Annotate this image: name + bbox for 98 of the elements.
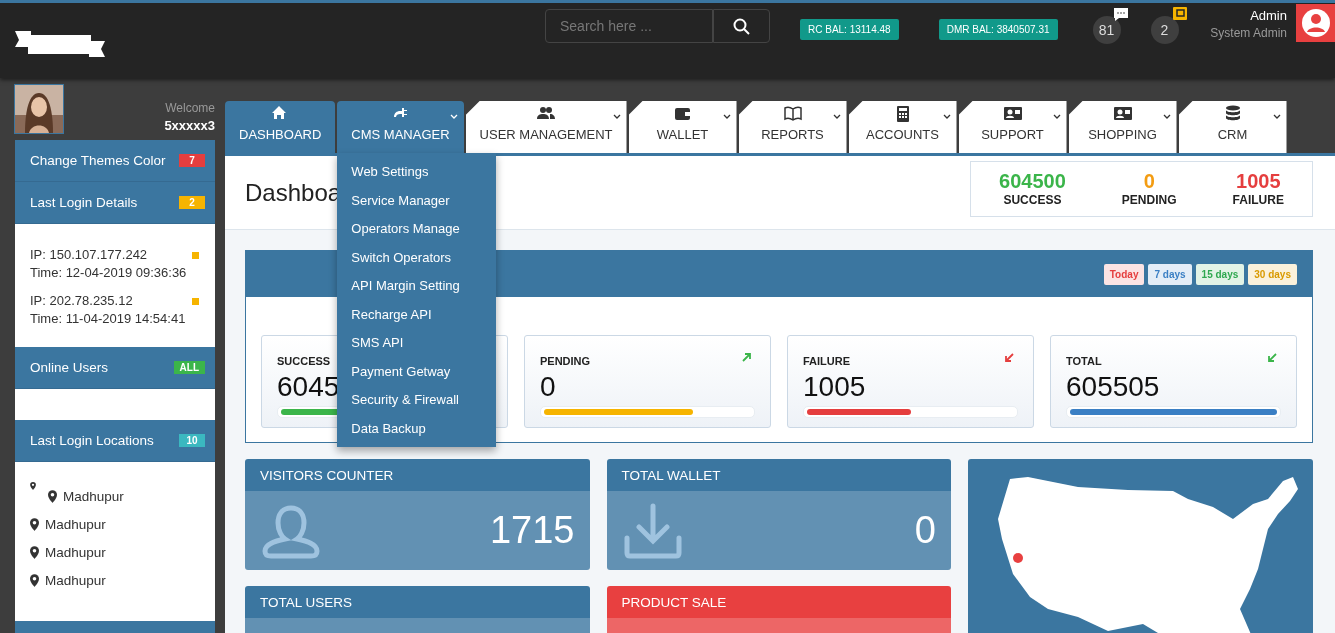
panel-header[interactable]: Online Users ALL xyxy=(15,347,215,389)
pin-icon xyxy=(30,573,39,587)
caret-icon xyxy=(832,114,841,119)
tile-title: TOTAL WALLET xyxy=(606,459,951,491)
tile-value: 0 xyxy=(914,509,936,552)
logo-icon xyxy=(15,28,105,59)
stat-label: PENDING xyxy=(540,355,591,367)
summary-label: PENDING xyxy=(1121,193,1177,207)
username: 5xxxxx3 xyxy=(164,118,215,133)
tile-title: VISITORS COUNTER xyxy=(245,459,590,491)
login-ip: IP: 150.107.177.242 xyxy=(30,246,149,264)
panel-title: Last Login Locations xyxy=(30,433,154,448)
caret-icon xyxy=(1052,114,1061,119)
count-badge: ALL xyxy=(173,361,205,374)
avatar-icon xyxy=(1300,8,1331,38)
welcome-label: Welcome xyxy=(164,101,215,115)
menu-item[interactable]: Recharge API xyxy=(337,300,497,329)
wallet-icon xyxy=(673,105,692,122)
panel-title: Last Login Details xyxy=(30,195,138,210)
pin-icon xyxy=(30,517,39,531)
location-name: Madhupur xyxy=(45,516,106,532)
nav-tab[interactable]: CRM xyxy=(1178,101,1287,153)
filter-button[interactable]: Today xyxy=(1103,263,1145,285)
pin-icon xyxy=(30,482,36,490)
stat-value: 1005 xyxy=(803,371,866,403)
stat-label: TOTAL xyxy=(1066,355,1102,367)
panel-title: Online Users xyxy=(30,360,109,375)
id-card-icon xyxy=(1003,105,1022,122)
stat-value: 0 xyxy=(540,371,556,403)
id-card-icon xyxy=(1113,105,1132,122)
caret-icon xyxy=(722,114,731,119)
summary-label: FAILURE xyxy=(1232,193,1284,207)
pin-icon xyxy=(48,489,57,503)
database-icon xyxy=(1223,105,1242,122)
tile-value: 1715 xyxy=(489,509,575,552)
nav-tab[interactable]: REPORTS xyxy=(738,101,847,153)
search-icon xyxy=(733,17,750,35)
stat-label: SUCCESS xyxy=(277,355,331,367)
panel-header[interactable]: Last Login Details 2 xyxy=(15,182,215,224)
panel-header[interactable]: Last Login Locations 10 xyxy=(15,420,215,462)
profile-button[interactable] xyxy=(1296,4,1335,42)
arrow-up-right-icon xyxy=(741,352,752,363)
stat-label: FAILURE xyxy=(803,355,851,367)
caret-icon xyxy=(449,114,458,119)
chat-icon xyxy=(1112,7,1129,22)
count-badge: 10 xyxy=(179,434,205,447)
stat-value: 605505 xyxy=(1066,371,1160,403)
nav-tab[interactable]: ACCOUNTS xyxy=(848,101,957,153)
menu-item[interactable]: API Margin Setting xyxy=(337,272,497,301)
caret-icon xyxy=(1272,114,1281,119)
balance-badge: DMR BAL: 3840507.31 xyxy=(938,18,1058,40)
arrow-down-left-icon xyxy=(1004,352,1015,363)
people-icon xyxy=(537,105,556,122)
login-ip: IP: 202.78.235.12 xyxy=(30,292,134,310)
location-name: Madhupur xyxy=(63,488,124,504)
tile-title: PRODUCT SALE xyxy=(606,586,951,618)
tile-title: TOTAL USERS xyxy=(245,586,590,618)
caret-icon xyxy=(942,114,951,119)
location-name: Madhupur xyxy=(45,572,106,588)
user-name: Admin xyxy=(1249,8,1287,23)
nav-tab[interactable]: SHOPPING xyxy=(1068,101,1177,153)
menu-item[interactable]: Data Backup xyxy=(337,414,497,443)
book-icon xyxy=(783,105,802,122)
wallet-icon xyxy=(1172,7,1187,20)
login-time: Time: 12-04-2019 09:36:36 xyxy=(30,264,187,282)
nav-tab[interactable]: USER MANAGEMENT xyxy=(465,101,627,153)
count-badge: 2 xyxy=(179,196,205,209)
menu-item[interactable]: Operators Manage xyxy=(337,215,497,244)
summary-value: 1005 xyxy=(1235,170,1282,193)
caret-icon xyxy=(612,114,621,119)
summary-value: 604500 xyxy=(999,170,1066,193)
nav-tab[interactable]: WALLET xyxy=(628,101,737,153)
search-button[interactable] xyxy=(713,9,770,43)
count-badge: 7 xyxy=(179,154,205,167)
summary-label: SUCCESS xyxy=(1002,193,1063,207)
location-name: Madhupur xyxy=(45,544,106,560)
notification-button[interactable]: 81 xyxy=(1092,16,1121,44)
nav-tab[interactable]: DASHBOARD xyxy=(225,101,336,153)
arrow-down-left-icon xyxy=(1267,352,1278,363)
caret-icon xyxy=(1162,114,1171,119)
filter-button[interactable]: 7 days xyxy=(1148,263,1192,285)
nav-tab[interactable]: CMS MANAGER xyxy=(337,101,464,153)
menu-item[interactable]: SMS API xyxy=(337,329,497,358)
menu-item[interactable]: Security & Firewall xyxy=(337,386,497,415)
user-role: System Admin xyxy=(1210,26,1287,40)
stat-value: 6045 xyxy=(277,371,340,403)
balance-badge: RC BAL: 13114.48 xyxy=(800,18,899,40)
summary-value: 0 xyxy=(1142,170,1156,193)
panel-title: Change Themes Color xyxy=(30,153,166,168)
filter-button[interactable]: 15 days xyxy=(1195,263,1245,285)
login-time: Time: 11-04-2019 14:54:41 xyxy=(30,310,186,328)
pin-icon xyxy=(30,545,39,559)
notification-button[interactable]: 2 xyxy=(1150,16,1179,44)
nav-tab[interactable]: SUPPORT xyxy=(958,101,1067,153)
panel-header[interactable]: Change Themes Color 7 xyxy=(15,140,215,182)
search-field[interactable]: Search here ... xyxy=(545,9,713,43)
menu-item[interactable]: Payment Getway xyxy=(337,357,497,386)
menu-item[interactable]: Switch Operators xyxy=(337,243,497,272)
